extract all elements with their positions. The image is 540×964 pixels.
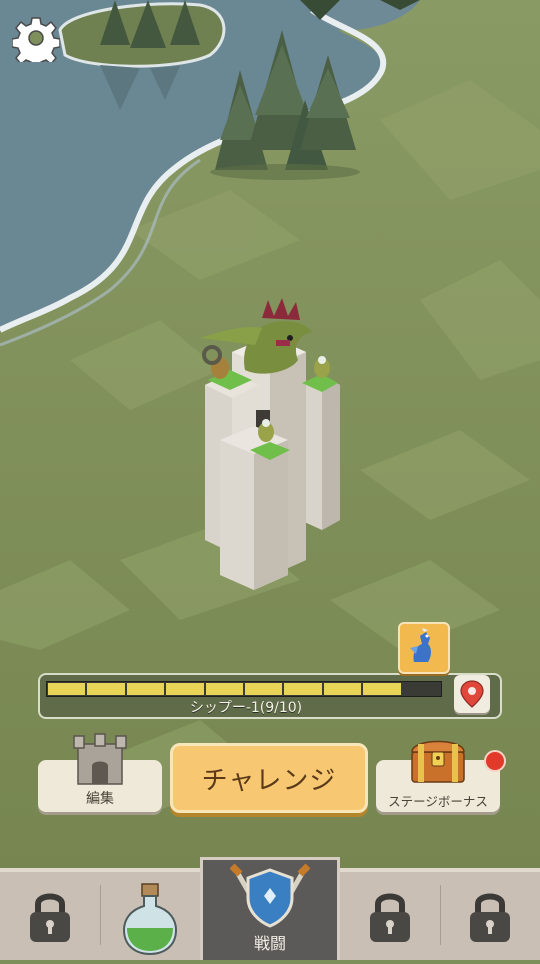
nav-item-potion[interactable] <box>100 872 200 960</box>
shield-swords-icon <box>230 863 310 928</box>
stage-progress-bar <box>46 681 442 697</box>
gear-icon[interactable] <box>12 14 60 62</box>
progress-segment <box>363 683 401 695</box>
challenge-label: チャレンジ <box>201 766 337 796</box>
stage-bonus-label: ステージボーナス <box>388 794 488 809</box>
map-pin-button[interactable] <box>454 675 490 713</box>
treasure-chest-icon <box>411 740 465 783</box>
boss-stage-badge[interactable] <box>398 622 450 674</box>
map-scene <box>0 0 540 960</box>
lock-icon <box>30 893 70 942</box>
progress-segment <box>402 683 441 695</box>
potion-icon <box>122 883 178 956</box>
progress-segment <box>245 683 283 695</box>
edit-label: 編集 <box>86 791 114 807</box>
lock-icon <box>470 893 510 942</box>
nav-item-locked-1[interactable] <box>0 872 100 960</box>
stage-label: シップー-1(9/10) <box>189 700 303 716</box>
progress-segment <box>166 683 204 695</box>
lock-icon <box>370 893 410 942</box>
progress-segment <box>284 683 322 695</box>
progress-segment <box>205 683 244 695</box>
progress-segment <box>87 683 125 695</box>
map-pin-icon <box>460 680 484 708</box>
blue-dragon-icon <box>410 628 431 662</box>
progress-segment <box>126 683 165 695</box>
progress-segment <box>323 683 362 695</box>
nav-label-battle: 戦闘 <box>253 934 286 953</box>
castle-icon <box>73 733 127 785</box>
notification-dot <box>484 750 506 772</box>
nav-item-locked-3[interactable] <box>440 872 540 960</box>
nav-item-locked-2[interactable] <box>340 872 440 960</box>
progress-segment <box>48 683 86 695</box>
